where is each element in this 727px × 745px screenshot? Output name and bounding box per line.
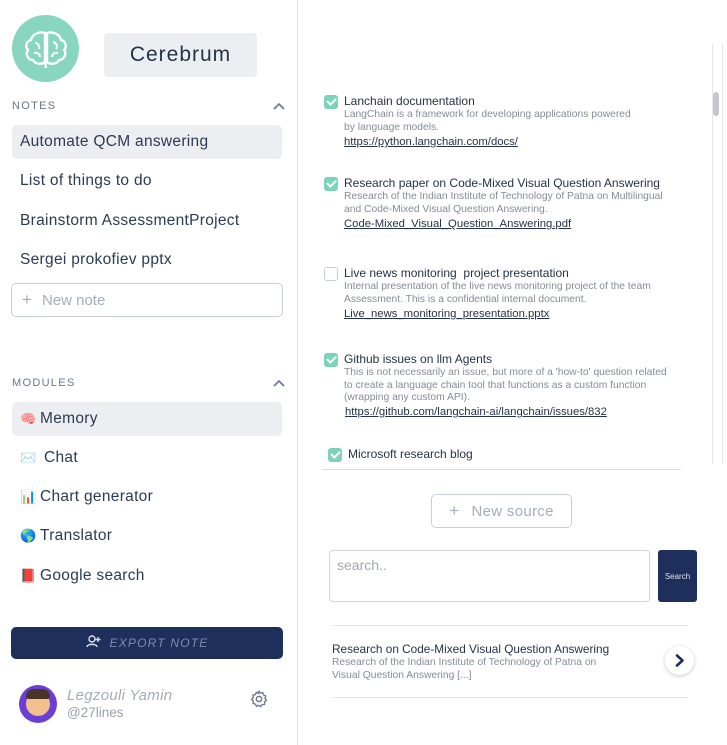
sidebar: Cerebrum NOTES Automate QCM answering Li… xyxy=(0,0,298,745)
source-title: Live news monitoring project presentatio… xyxy=(344,266,569,280)
globe-icon: 🌎 xyxy=(20,528,37,543)
source-title: Microsoft research blog xyxy=(348,447,473,461)
result-description-line: Research of the Indian Institute of Tech… xyxy=(332,657,597,668)
notes-section-header[interactable]: NOTES xyxy=(12,98,285,114)
note-label: List of things to do xyxy=(20,172,152,189)
module-item-google-search[interactable]: 📕 Google search xyxy=(12,559,282,593)
chevron-right-icon[interactable] xyxy=(665,646,694,675)
add-user-icon xyxy=(85,635,101,651)
source-item: Live news monitoring project presentatio… xyxy=(324,266,704,326)
source-description-line: and Code-Mixed Visual Question Answering… xyxy=(344,203,548,215)
result-title: Research on Code-Mixed Visual Question A… xyxy=(332,642,610,656)
user-profile[interactable]: Legzouli Yamin @27lines xyxy=(19,685,284,725)
chevron-up-icon[interactable] xyxy=(273,99,285,113)
note-item[interactable]: Brainstorm AssessmentProject xyxy=(12,204,282,238)
module-label: Chart generator xyxy=(40,488,154,505)
modules-section-header[interactable]: MODULES xyxy=(12,375,285,391)
book-icon: 📕 xyxy=(20,568,37,583)
source-checkbox[interactable] xyxy=(324,177,338,191)
result-description-line: Visual Question Answering [...] xyxy=(332,669,472,681)
source-description: Internal presentation of the live news m… xyxy=(344,281,699,306)
brain-emoji-icon: 🧠 xyxy=(20,411,37,426)
source-description: This is not necessarily an issue, but mo… xyxy=(344,367,699,405)
envelope-icon: ✉️ xyxy=(20,450,37,465)
note-item[interactable]: Automate QCM answering xyxy=(12,125,282,159)
new-source-label: New source xyxy=(471,502,554,520)
note-item[interactable]: List of things to do xyxy=(12,164,282,198)
source-description-line: by language models. xyxy=(344,121,440,133)
search-input[interactable] xyxy=(329,550,650,602)
brain-icon xyxy=(12,15,79,82)
bar-chart-icon: 📊 xyxy=(20,489,37,504)
gear-icon[interactable] xyxy=(249,689,269,709)
app-title: Cerebrum xyxy=(104,33,257,77)
source-link[interactable]: https://github.com/langchain-ai/langchai… xyxy=(345,406,607,418)
source-description-line: This is not necessarily an issue, but mo… xyxy=(344,367,667,378)
source-item: Lanchain documentation LangChain is a fr… xyxy=(324,94,704,154)
notes-heading: NOTES xyxy=(12,100,57,112)
divider xyxy=(332,625,688,626)
plus-icon: + xyxy=(22,290,32,309)
new-source-button[interactable]: + New source xyxy=(431,494,572,528)
user-name: Legzouli Yamin xyxy=(67,687,173,704)
source-description: LangChain is a framework for developing … xyxy=(344,109,699,134)
user-handle: @27lines xyxy=(67,705,124,720)
source-link[interactable]: https://python.langchain.com/docs/ xyxy=(344,136,518,148)
source-description-line: Assessment. This is a confidential inter… xyxy=(344,293,587,305)
new-note-label: New note xyxy=(41,291,106,309)
source-title: Github issues on llm Agents xyxy=(344,352,493,366)
source-description-line: (wrapping any custom API). xyxy=(344,392,470,403)
search-button[interactable]: Search xyxy=(658,550,697,602)
source-checkbox[interactable] xyxy=(324,353,338,367)
modules-heading: MODULES xyxy=(12,377,76,389)
source-checkbox[interactable] xyxy=(328,448,342,462)
plus-icon: + xyxy=(449,501,460,520)
divider xyxy=(332,697,688,698)
source-checkbox[interactable] xyxy=(324,267,338,281)
source-description-line: to create a language chain tool that fun… xyxy=(344,379,647,391)
module-label: Chat xyxy=(44,449,78,466)
source-title: Lanchain documentation xyxy=(344,94,475,108)
export-note-button[interactable]: EXPORT NOTE xyxy=(11,627,283,659)
source-item: Research paper on Code-Mixed Visual Ques… xyxy=(324,176,704,236)
note-item[interactable]: Sergei prokofiev pptx xyxy=(12,243,282,277)
sources-scrollbar-thumb[interactable] xyxy=(713,92,719,116)
module-label: Google search xyxy=(40,567,145,584)
module-label: Translator xyxy=(40,527,113,544)
source-link[interactable]: Live_news_monitoring_presentation.pptx xyxy=(344,308,549,320)
module-item-chart-generator[interactable]: 📊 Chart generator xyxy=(12,480,282,514)
module-item-chat[interactable]: ✉️ Chat xyxy=(12,441,282,475)
source-title: Research paper on Code-Mixed Visual Ques… xyxy=(344,176,660,190)
source-description-line: Internal presentation of the live news m… xyxy=(344,281,651,292)
module-item-translator[interactable]: 🌎 Translator xyxy=(12,519,282,553)
source-description: Research of the Indian Institute of Tech… xyxy=(344,191,699,216)
source-description-line: LangChain is a framework for developing … xyxy=(344,109,631,120)
source-item: Microsoft research blog xyxy=(328,447,708,467)
note-label: Brainstorm AssessmentProject xyxy=(20,212,240,229)
note-label: Automate QCM answering xyxy=(20,133,209,150)
source-link[interactable]: Code-Mixed_Visual_Question_Answering.pdf xyxy=(344,218,571,230)
note-label: Sergei prokofiev pptx xyxy=(20,251,172,268)
avatar[interactable] xyxy=(19,685,57,723)
export-note-label: EXPORT NOTE xyxy=(109,636,209,650)
sources-list: Lanchain documentation LangChain is a fr… xyxy=(300,44,712,469)
divider xyxy=(722,44,723,464)
source-checkbox[interactable] xyxy=(324,95,338,109)
result-description: Research of the Indian Institute of Tech… xyxy=(332,657,652,682)
chevron-up-icon[interactable] xyxy=(273,376,285,390)
source-item: Github issues on llm Agents This is not … xyxy=(324,352,704,424)
source-description-line: Research of the Indian Institute of Tech… xyxy=(344,191,663,202)
divider xyxy=(322,469,681,470)
new-note-button[interactable]: + New note xyxy=(11,283,283,317)
module-label: Memory xyxy=(40,410,98,427)
module-item-memory[interactable]: 🧠 Memory xyxy=(12,402,282,436)
